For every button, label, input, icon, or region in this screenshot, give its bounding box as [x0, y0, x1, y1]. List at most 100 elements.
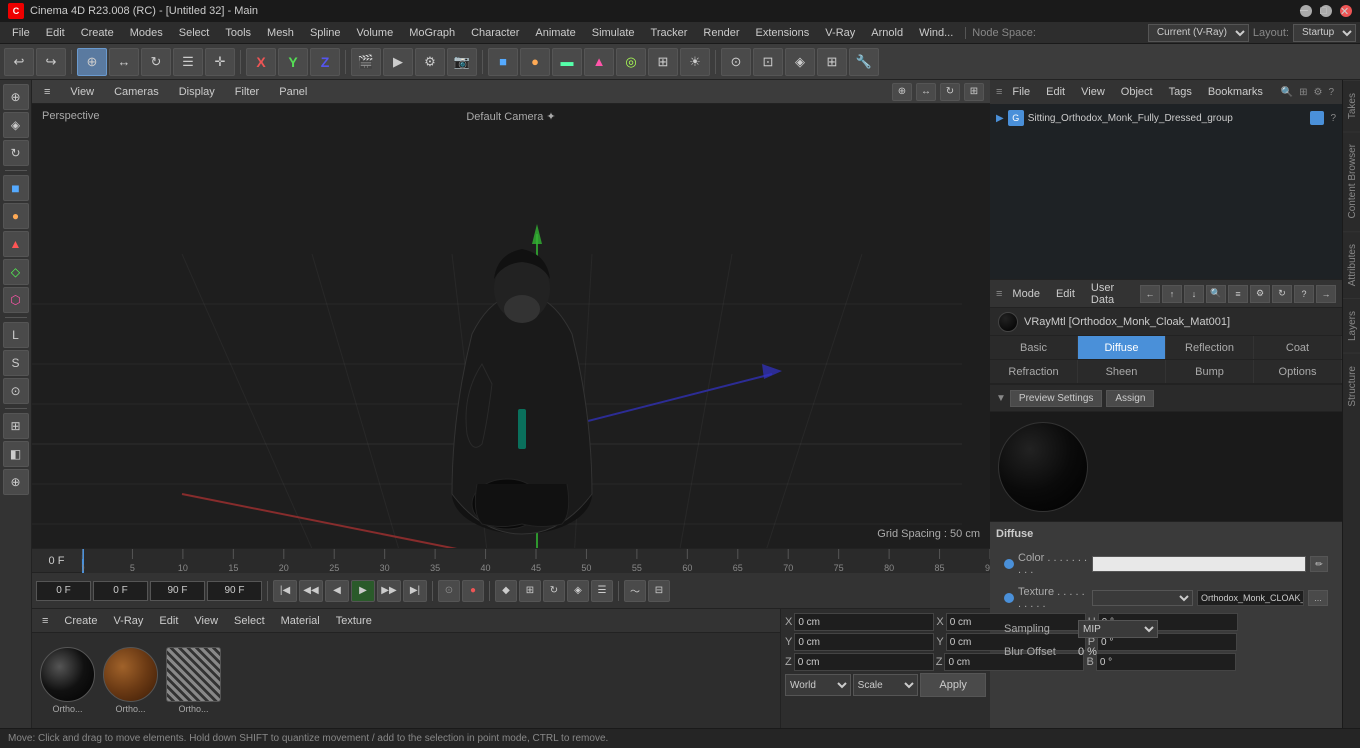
- coord-x-pos[interactable]: [794, 613, 934, 631]
- snap-tc-button[interactable]: ◈: [567, 580, 589, 602]
- cb-menu-create[interactable]: Create: [58, 613, 103, 629]
- sidebar-btn-7[interactable]: ◇: [3, 259, 29, 285]
- menu-render[interactable]: Render: [695, 25, 747, 41]
- mat-filter-button[interactable]: ≡: [1228, 285, 1248, 303]
- apply-button[interactable]: Apply: [920, 673, 986, 697]
- rotate-tool-button[interactable]: ↻: [141, 48, 171, 76]
- sidebar-btn-6[interactable]: ▲: [3, 231, 29, 257]
- vtab-takes[interactable]: Takes: [1343, 80, 1360, 131]
- sidebar-btn-3[interactable]: ↻: [3, 140, 29, 166]
- menu-spline[interactable]: Spline: [302, 25, 349, 41]
- tab-reflection[interactable]: Reflection: [1166, 336, 1254, 359]
- vp-menu-toggle[interactable]: ≡: [38, 84, 56, 100]
- mode-tool[interactable]: ◈: [785, 48, 815, 76]
- tab-refraction[interactable]: Refraction: [990, 360, 1078, 383]
- tab-sheen[interactable]: Sheen: [1078, 360, 1166, 383]
- menu-tracker[interactable]: Tracker: [643, 25, 696, 41]
- sidebar-btn-12[interactable]: ⊞: [3, 413, 29, 439]
- preview-collapse-icon[interactable]: ▼: [996, 393, 1006, 404]
- menu-arnold[interactable]: Arnold: [863, 25, 911, 41]
- motion-button[interactable]: ⊞: [519, 580, 541, 602]
- mat-nav-end-button[interactable]: →: [1316, 285, 1336, 303]
- material-item-2[interactable]: Ortho...: [103, 647, 158, 714]
- sidebar-btn-11[interactable]: ⊙: [3, 378, 29, 404]
- vp-menu-panel[interactable]: Panel: [273, 84, 313, 100]
- torus-button[interactable]: ◎: [616, 48, 646, 76]
- sidebar-btn-14[interactable]: ⊕: [3, 469, 29, 495]
- grid-tc-button[interactable]: ⊟: [648, 580, 670, 602]
- cb-menu-select[interactable]: Select: [228, 613, 271, 629]
- play-button[interactable]: ▶: [351, 580, 375, 602]
- redo-button[interactable]: ↪: [36, 48, 66, 76]
- tab-diffuse[interactable]: Diffuse: [1078, 336, 1166, 359]
- cb-menu-vray[interactable]: V-Ray: [107, 613, 149, 629]
- vtab-layers[interactable]: Layers: [1343, 298, 1360, 353]
- scale-dropdown[interactable]: Scale: [853, 674, 919, 696]
- menu-file[interactable]: File: [4, 25, 38, 41]
- end-frame-input-1[interactable]: [150, 581, 205, 601]
- move-tool-button[interactable]: ⊕: [77, 48, 107, 76]
- vp-ctrl-3[interactable]: ↻: [940, 83, 960, 101]
- vp-menu-filter[interactable]: Filter: [229, 84, 265, 100]
- obj-menu-object[interactable]: Object: [1115, 84, 1159, 100]
- render-settings-button[interactable]: 🎬: [351, 48, 381, 76]
- cb-menu-edit[interactable]: Edit: [153, 613, 184, 629]
- obj-menu-file[interactable]: File: [1006, 84, 1036, 100]
- menu-animate[interactable]: Animate: [527, 25, 583, 41]
- obj-menu-view[interactable]: View: [1075, 84, 1111, 100]
- cb-menu-view[interactable]: View: [188, 613, 224, 629]
- menu-volume[interactable]: Volume: [349, 25, 402, 41]
- menu-modes[interactable]: Modes: [122, 25, 171, 41]
- tab-coat[interactable]: Coat: [1254, 336, 1342, 359]
- layer-tc-button[interactable]: ☰: [591, 580, 613, 602]
- mat-question-button[interactable]: ?: [1294, 285, 1314, 303]
- menu-edit[interactable]: Edit: [38, 25, 73, 41]
- menu-character[interactable]: Character: [463, 25, 527, 41]
- mat-search-button[interactable]: 🔍: [1206, 285, 1226, 303]
- sidebar-btn-13[interactable]: ◧: [3, 441, 29, 467]
- coord-z-pos[interactable]: [794, 653, 934, 671]
- diffuse-sampling-select[interactable]: MIP None Summed: [1078, 620, 1158, 638]
- obj-settings-icon[interactable]: ⚙: [1311, 85, 1324, 100]
- cylinder-button[interactable]: ▬: [552, 48, 582, 76]
- playback-button[interactable]: ▶: [383, 48, 413, 76]
- sidebar-btn-1[interactable]: ⊕: [3, 84, 29, 110]
- axis-z-button[interactable]: Z: [310, 48, 340, 76]
- cb-menu-material[interactable]: Material: [275, 613, 326, 629]
- tab-options[interactable]: Options: [1254, 360, 1342, 383]
- menu-create[interactable]: Create: [73, 25, 122, 41]
- obj-filter-icon[interactable]: ⊞: [1297, 85, 1309, 100]
- go-end-button[interactable]: ▶|: [403, 580, 427, 602]
- tab-bump[interactable]: Bump: [1166, 360, 1254, 383]
- object-item-main[interactable]: ▶ G Sitting_Orthodox_Monk_Fully_Dressed_…: [990, 108, 1342, 128]
- preview-settings-button[interactable]: Preview Settings: [1010, 390, 1102, 407]
- menu-simulate[interactable]: Simulate: [584, 25, 643, 41]
- snap-button[interactable]: 🔧: [849, 48, 879, 76]
- axis-x-button[interactable]: X: [246, 48, 276, 76]
- vtab-attributes[interactable]: Attributes: [1343, 231, 1360, 298]
- diffuse-color-edit-button[interactable]: ✏: [1310, 556, 1328, 572]
- mat-up-button[interactable]: ↑: [1162, 285, 1182, 303]
- layout-select[interactable]: Startup: [1293, 24, 1356, 42]
- menu-mograph[interactable]: MoGraph: [401, 25, 463, 41]
- mat-back-button[interactable]: ←: [1140, 285, 1160, 303]
- diffuse-texture-select[interactable]: [1092, 590, 1193, 606]
- record-button[interactable]: ⊙: [438, 580, 460, 602]
- obj-menu-bookmarks[interactable]: Bookmarks: [1202, 84, 1269, 100]
- ik-button[interactable]: ↻: [543, 580, 565, 602]
- render-button[interactable]: ⚙: [415, 48, 445, 76]
- mat-menu-mode[interactable]: Mode: [1006, 286, 1046, 302]
- sidebar-btn-5[interactable]: ●: [3, 203, 29, 229]
- obj-question-icon[interactable]: ?: [1326, 85, 1336, 100]
- vp-ctrl-2[interactable]: ↔: [916, 83, 936, 101]
- vtab-content-browser[interactable]: Content Browser: [1343, 131, 1360, 230]
- axis-y-button[interactable]: Y: [278, 48, 308, 76]
- mat-settings-button[interactable]: ⚙: [1250, 285, 1270, 303]
- obj-search-icon[interactable]: 🔍: [1279, 85, 1295, 100]
- material-item-1[interactable]: Ortho...: [40, 647, 95, 714]
- coord-y-pos[interactable]: [794, 633, 934, 651]
- obj-panel-menu-toggle[interactable]: ≡: [996, 86, 1002, 98]
- window-controls[interactable]: ─ □ ✕: [1300, 5, 1352, 17]
- tab-basic[interactable]: Basic: [990, 336, 1078, 359]
- obj-menu-edit[interactable]: Edit: [1040, 84, 1071, 100]
